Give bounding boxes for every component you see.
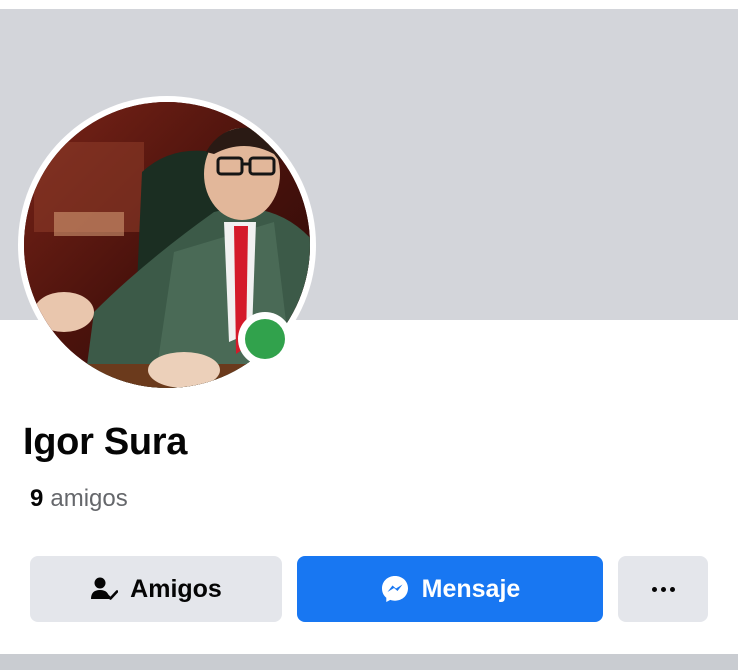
friends-count-link[interactable]: 9 amigos: [30, 485, 128, 513]
message-button[interactable]: Mensaje: [297, 556, 603, 622]
profile-name: Igor Sura: [23, 421, 188, 463]
friends-button[interactable]: Amigos: [30, 556, 282, 622]
friends-check-icon: [90, 576, 119, 602]
message-button-label: Mensaje: [421, 574, 521, 603]
section-separator: [0, 654, 738, 670]
friends-count: 9: [30, 485, 44, 512]
more-horizontal-icon: [651, 586, 675, 592]
messenger-icon: [380, 574, 410, 604]
top-strip: [0, 0, 738, 9]
more-options-button[interactable]: [618, 556, 708, 622]
friends-label: amigos: [50, 485, 128, 512]
profile-page: Igor Sura 9 amigos Amigos Mensaje: [0, 0, 738, 670]
friends-button-label: Amigos: [130, 574, 222, 603]
online-status-dot: [245, 319, 285, 359]
